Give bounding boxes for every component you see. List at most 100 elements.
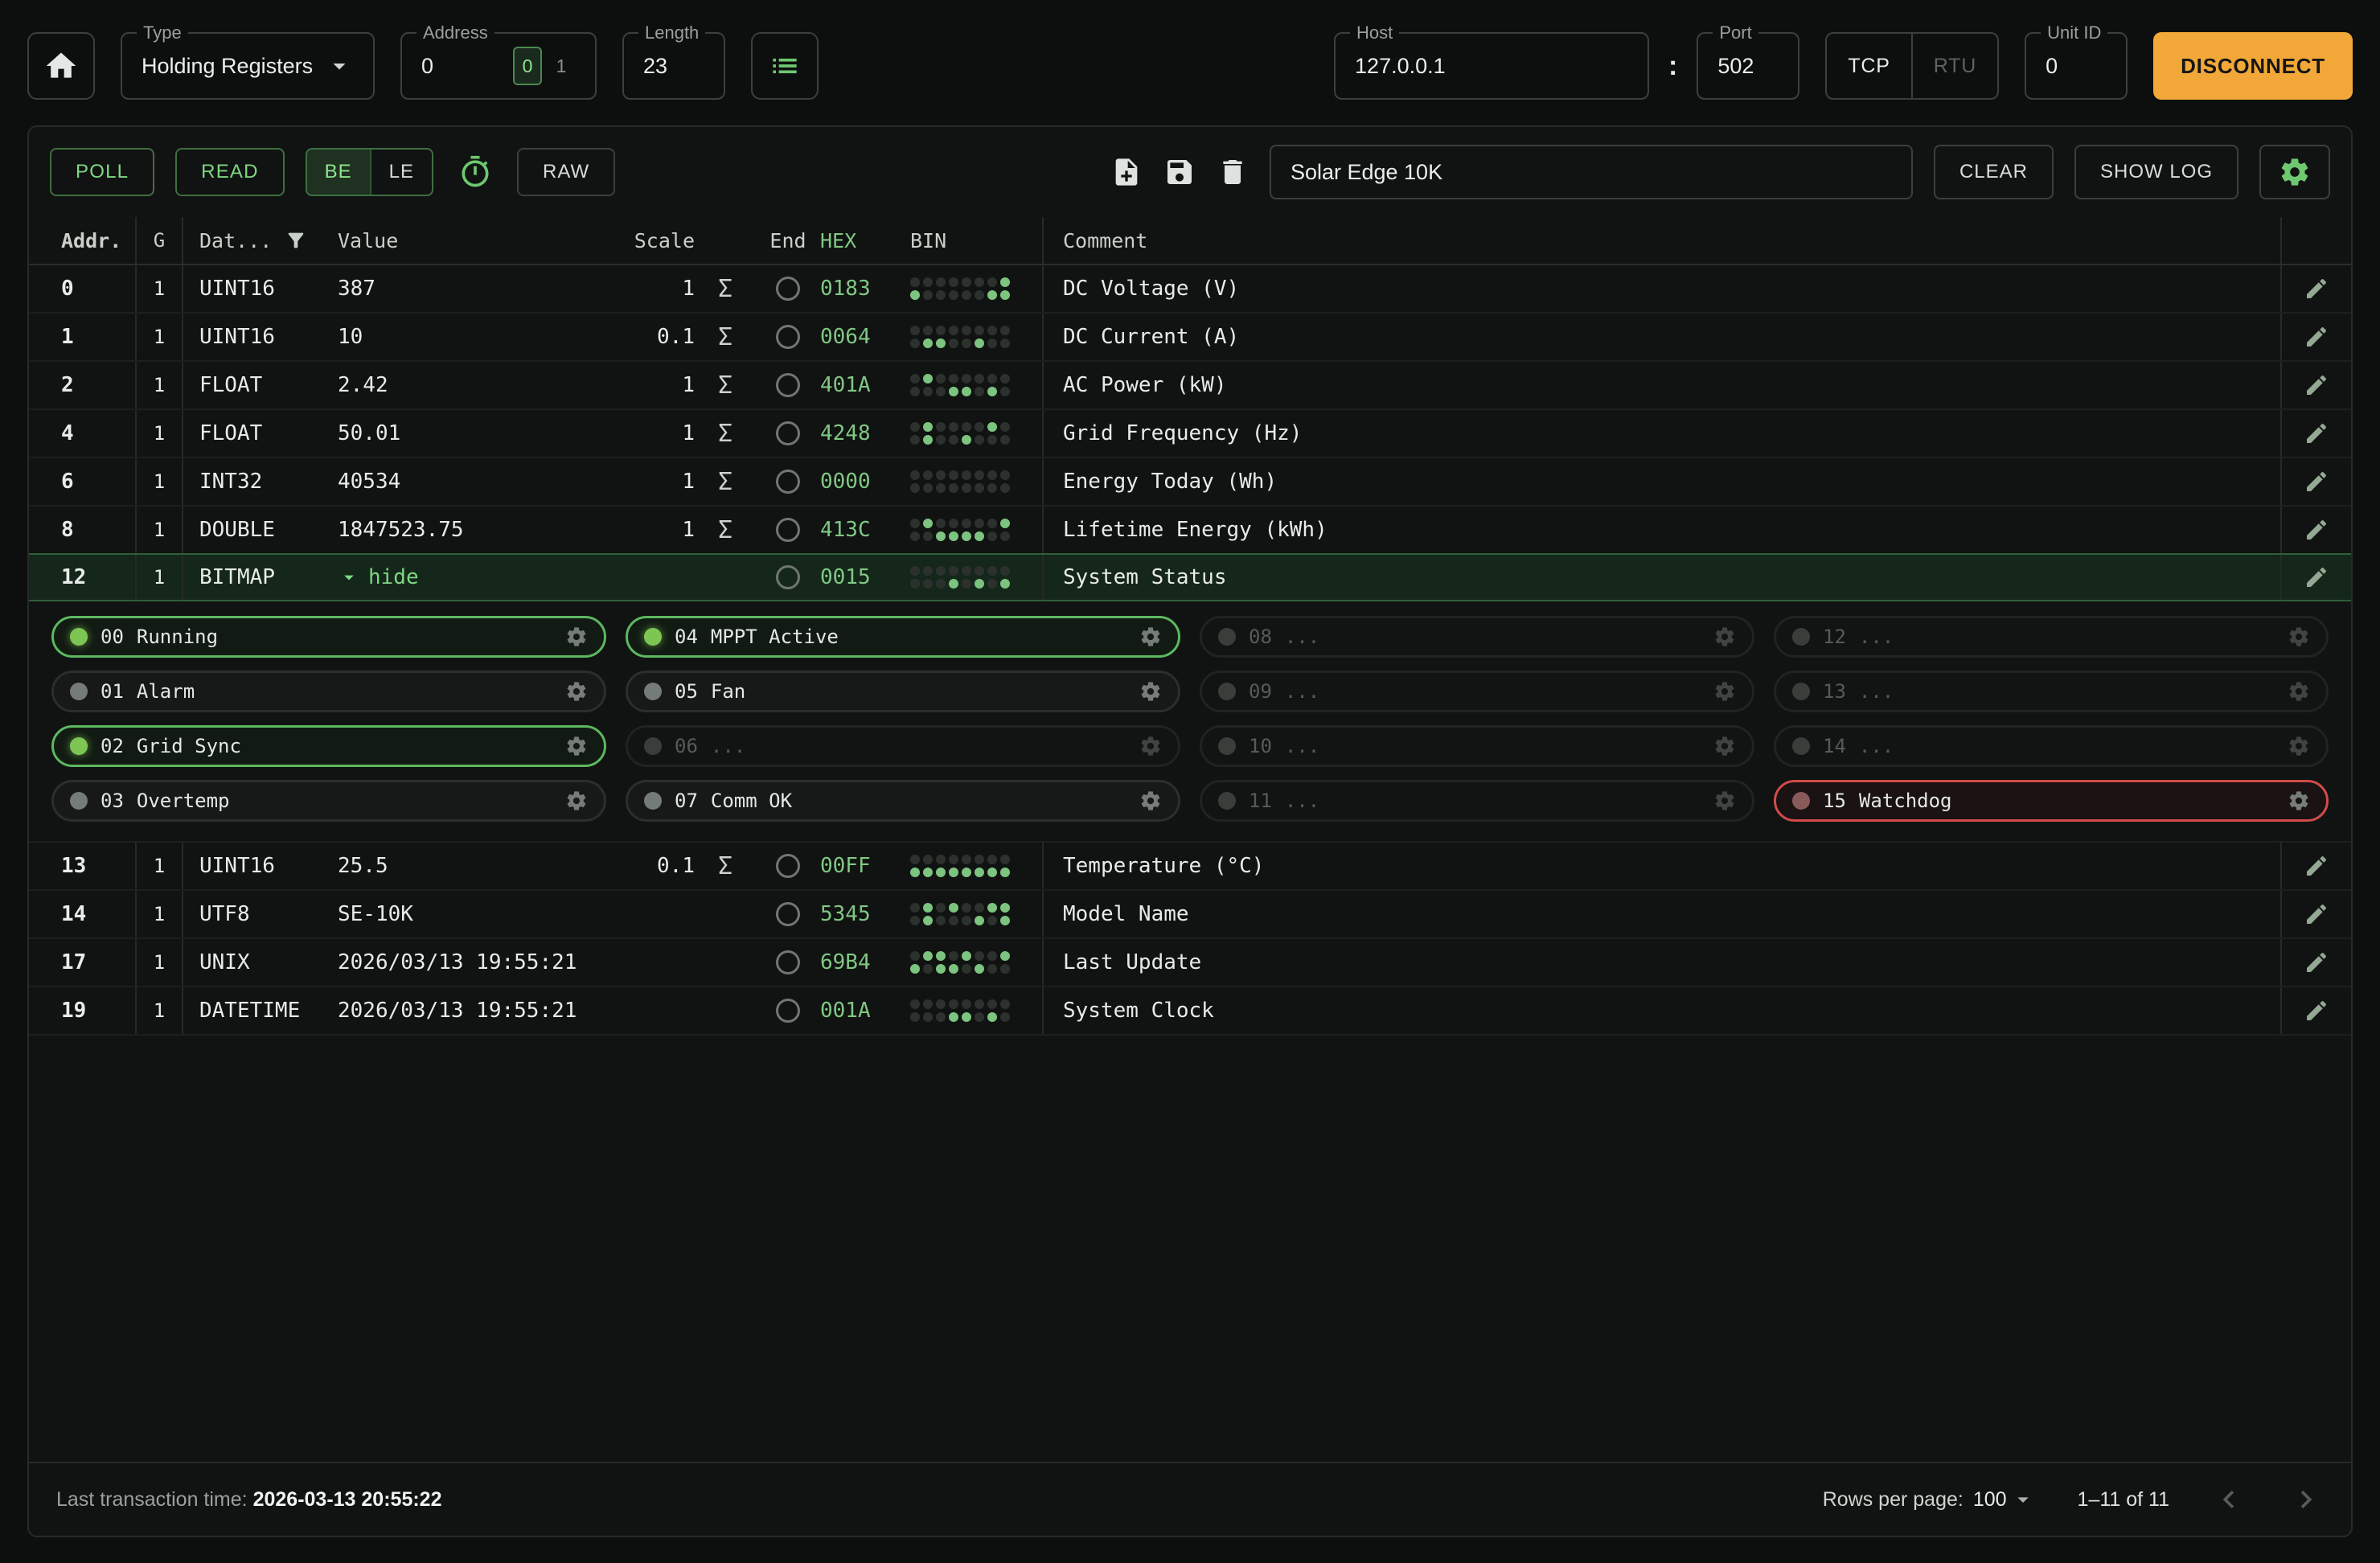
bit-settings-gear-icon[interactable] — [1139, 680, 1162, 703]
poll-button[interactable]: POLL — [50, 148, 154, 196]
bitmap-collapse-toggle[interactable]: hide — [338, 565, 419, 589]
address-field[interactable]: Address 0 0 1 — [400, 32, 597, 100]
endian-radio[interactable] — [776, 902, 800, 926]
delete-icon[interactable] — [1217, 156, 1249, 188]
edit-row-icon[interactable] — [2304, 324, 2329, 350]
sigma-icon[interactable]: Σ — [695, 314, 756, 360]
prev-page-button[interactable] — [2211, 1482, 2247, 1517]
bit-chip-14[interactable]: 14 ... — [1774, 725, 2329, 767]
bit-chip-06[interactable]: 06 ... — [626, 725, 1180, 767]
bit-chip-07[interactable]: 07 Comm OK — [626, 780, 1180, 822]
bit-chip-04[interactable]: 04 MPPT Active — [626, 616, 1180, 658]
endian-radio[interactable] — [776, 518, 800, 542]
filter-icon[interactable] — [285, 229, 307, 252]
bit-settings-gear-icon[interactable] — [1139, 735, 1162, 757]
rows-per-page-select[interactable]: 100 — [1973, 1487, 2036, 1512]
address-input[interactable]: 0 — [421, 54, 433, 79]
settings-button[interactable] — [2259, 145, 2330, 199]
edit-row-icon[interactable] — [2304, 276, 2329, 302]
cell-value[interactable]: 2026/03/13 19:55:21 — [322, 939, 605, 986]
unit-id-field[interactable]: Unit ID 0 — [2025, 32, 2128, 100]
port-input[interactable]: 502 — [1717, 54, 1754, 79]
bit-settings-gear-icon[interactable] — [2288, 790, 2310, 812]
endian-le-button[interactable]: LE — [370, 150, 432, 195]
cell-value[interactable]: 1847523.75 — [322, 507, 605, 553]
cell-value[interactable]: 10 — [322, 314, 605, 360]
sigma-icon[interactable]: Σ — [695, 410, 756, 457]
bit-chip-05[interactable]: 05 Fan — [626, 671, 1180, 712]
edit-row-icon[interactable] — [2304, 998, 2329, 1024]
host-field[interactable]: Host 127.0.0.1 — [1334, 32, 1649, 100]
bit-chip-01[interactable]: 01 Alarm — [51, 671, 606, 712]
bit-chip-12[interactable]: 12 ... — [1774, 616, 2329, 658]
bit-chip-10[interactable]: 10 ... — [1200, 725, 1754, 767]
bit-chip-08[interactable]: 08 ... — [1200, 616, 1754, 658]
edit-row-icon[interactable] — [2304, 564, 2329, 590]
edit-row-icon[interactable] — [2304, 517, 2329, 543]
cell-value[interactable]: hide — [322, 555, 605, 600]
new-profile-icon[interactable] — [1110, 156, 1143, 188]
cell-value[interactable]: 25.5 — [322, 843, 605, 889]
disconnect-button[interactable]: DISCONNECT — [2153, 32, 2353, 100]
address-base-0[interactable]: 0 — [513, 47, 542, 85]
next-page-button[interactable] — [2288, 1482, 2324, 1517]
endian-radio[interactable] — [776, 854, 800, 878]
endian-radio[interactable] — [776, 421, 800, 445]
address-base-1[interactable]: 1 — [547, 47, 576, 85]
bit-chip-02[interactable]: 02 Grid Sync — [51, 725, 606, 767]
home-button[interactable] — [27, 32, 95, 100]
bit-settings-gear-icon[interactable] — [565, 626, 588, 648]
protocol-rtu-button[interactable]: RTU — [1911, 34, 1997, 98]
sigma-icon[interactable]: Σ — [695, 265, 756, 312]
poll-timer-icon[interactable] — [458, 154, 493, 190]
endian-radio[interactable] — [776, 950, 800, 974]
sigma-icon[interactable] — [695, 987, 756, 1034]
endian-radio[interactable] — [776, 565, 800, 589]
bit-settings-gear-icon[interactable] — [1713, 790, 1736, 812]
bit-settings-gear-icon[interactable] — [565, 790, 588, 812]
save-icon[interactable] — [1163, 156, 1196, 188]
cell-value[interactable]: 2.42 — [322, 362, 605, 408]
endian-radio[interactable] — [776, 277, 800, 301]
endian-radio[interactable] — [776, 999, 800, 1023]
cell-value[interactable]: 40534 — [322, 458, 605, 505]
length-input[interactable]: 23 — [643, 54, 667, 79]
bit-chip-15[interactable]: 15 Watchdog — [1774, 780, 2329, 822]
sigma-icon[interactable] — [695, 555, 756, 600]
sigma-icon[interactable]: Σ — [695, 507, 756, 553]
bit-settings-gear-icon[interactable] — [2288, 735, 2310, 757]
cell-value[interactable]: 387 — [322, 265, 605, 312]
edit-row-icon[interactable] — [2304, 372, 2329, 398]
bit-settings-gear-icon[interactable] — [2288, 680, 2310, 703]
bit-settings-gear-icon[interactable] — [1713, 626, 1736, 648]
profile-name-input[interactable] — [1270, 145, 1913, 199]
sigma-icon[interactable] — [695, 939, 756, 986]
clear-button[interactable]: CLEAR — [1934, 145, 2054, 199]
edit-row-icon[interactable] — [2304, 469, 2329, 494]
bit-chip-09[interactable]: 09 ... — [1200, 671, 1754, 712]
bit-settings-gear-icon[interactable] — [565, 735, 588, 757]
sigma-icon[interactable]: Σ — [695, 362, 756, 408]
endian-be-button[interactable]: BE — [307, 150, 370, 195]
port-field[interactable]: Port 502 — [1697, 32, 1799, 100]
endian-radio[interactable] — [776, 325, 800, 349]
bit-settings-gear-icon[interactable] — [565, 680, 588, 703]
bit-settings-gear-icon[interactable] — [1139, 626, 1162, 648]
length-field[interactable]: Length 23 — [622, 32, 725, 100]
register-list-button[interactable] — [751, 32, 819, 100]
sigma-icon[interactable] — [695, 891, 756, 937]
endian-radio[interactable] — [776, 373, 800, 397]
edit-row-icon[interactable] — [2304, 950, 2329, 975]
edit-row-icon[interactable] — [2304, 853, 2329, 879]
protocol-tcp-button[interactable]: TCP — [1827, 34, 1910, 98]
type-select[interactable]: Type Holding Registers — [121, 32, 375, 100]
edit-row-icon[interactable] — [2304, 901, 2329, 927]
bit-chip-13[interactable]: 13 ... — [1774, 671, 2329, 712]
read-button[interactable]: READ — [175, 148, 284, 196]
show-log-button[interactable]: SHOW LOG — [2074, 145, 2238, 199]
cell-value[interactable]: 2026/03/13 19:55:21 — [322, 987, 605, 1034]
bit-settings-gear-icon[interactable] — [1713, 680, 1736, 703]
endian-radio[interactable] — [776, 470, 800, 494]
bit-chip-11[interactable]: 11 ... — [1200, 780, 1754, 822]
raw-button[interactable]: RAW — [517, 148, 615, 196]
